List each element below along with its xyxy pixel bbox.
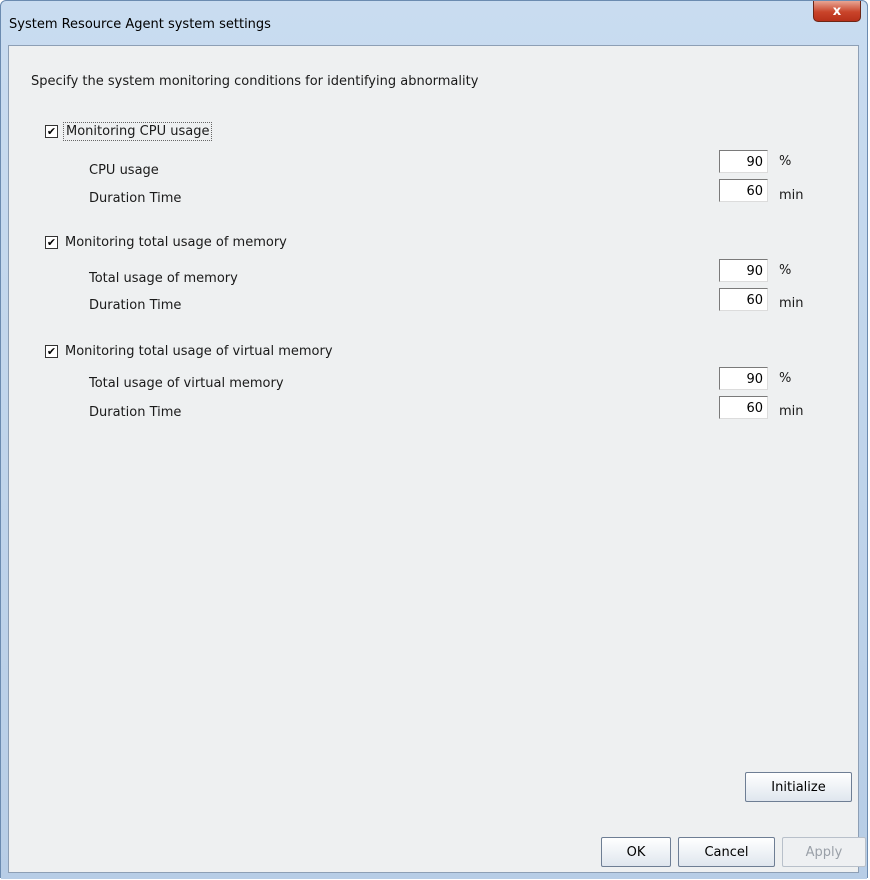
virtual-memory-usage-label: Total usage of virtual memory — [89, 376, 284, 391]
virtual-memory-usage-unit: % — [779, 371, 792, 386]
close-button[interactable]: x — [813, 1, 861, 22]
ok-button[interactable]: OK — [601, 837, 671, 867]
virtual-memory-duration-input[interactable] — [719, 396, 768, 419]
memory-duration-input[interactable] — [719, 288, 768, 311]
window-bottom-border — [1, 873, 867, 879]
close-icon: x — [832, 3, 842, 19]
checkbox-checked-icon[interactable]: ✔ — [45, 236, 58, 249]
title-bar[interactable]: System Resource Agent system settings x — [1, 1, 867, 45]
window-title: System Resource Agent system settings — [9, 17, 271, 32]
cpu-monitoring-checkbox[interactable]: ✔ Monitoring CPU usage — [45, 122, 213, 141]
memory-duration-unit: min — [779, 296, 804, 311]
description-text: Specify the system monitoring conditions… — [31, 74, 479, 89]
initialize-button[interactable]: Initialize — [745, 772, 852, 802]
cpu-usage-input[interactable] — [719, 150, 768, 173]
virtual-memory-monitoring-checkbox[interactable]: ✔ Monitoring total usage of virtual memo… — [45, 343, 335, 360]
cpu-usage-unit: % — [779, 154, 792, 169]
cpu-usage-label: CPU usage — [89, 163, 159, 178]
memory-usage-input[interactable] — [719, 259, 768, 282]
virtual-memory-duration-label: Duration Time — [89, 405, 182, 420]
cpu-duration-label: Duration Time — [89, 191, 182, 206]
cancel-button[interactable]: Cancel — [678, 837, 775, 867]
settings-dialog: System Resource Agent system settings x … — [0, 0, 868, 879]
apply-button: Apply — [782, 837, 866, 867]
cpu-duration-input[interactable] — [719, 179, 768, 202]
cpu-monitoring-label: Monitoring CPU usage — [63, 122, 213, 141]
memory-usage-label: Total usage of memory — [89, 271, 238, 286]
cpu-duration-unit: min — [779, 188, 804, 203]
memory-duration-label: Duration Time — [89, 298, 182, 313]
checkbox-checked-icon[interactable]: ✔ — [45, 125, 58, 138]
virtual-memory-usage-input[interactable] — [719, 367, 768, 390]
virtual-memory-monitoring-label: Monitoring total usage of virtual memory — [65, 344, 333, 359]
memory-usage-unit: % — [779, 263, 792, 278]
virtual-memory-duration-unit: min — [779, 404, 804, 419]
checkbox-checked-icon[interactable]: ✔ — [45, 345, 58, 358]
memory-monitoring-label: Monitoring total usage of memory — [65, 235, 287, 250]
memory-monitoring-checkbox[interactable]: ✔ Monitoring total usage of memory — [45, 234, 289, 251]
